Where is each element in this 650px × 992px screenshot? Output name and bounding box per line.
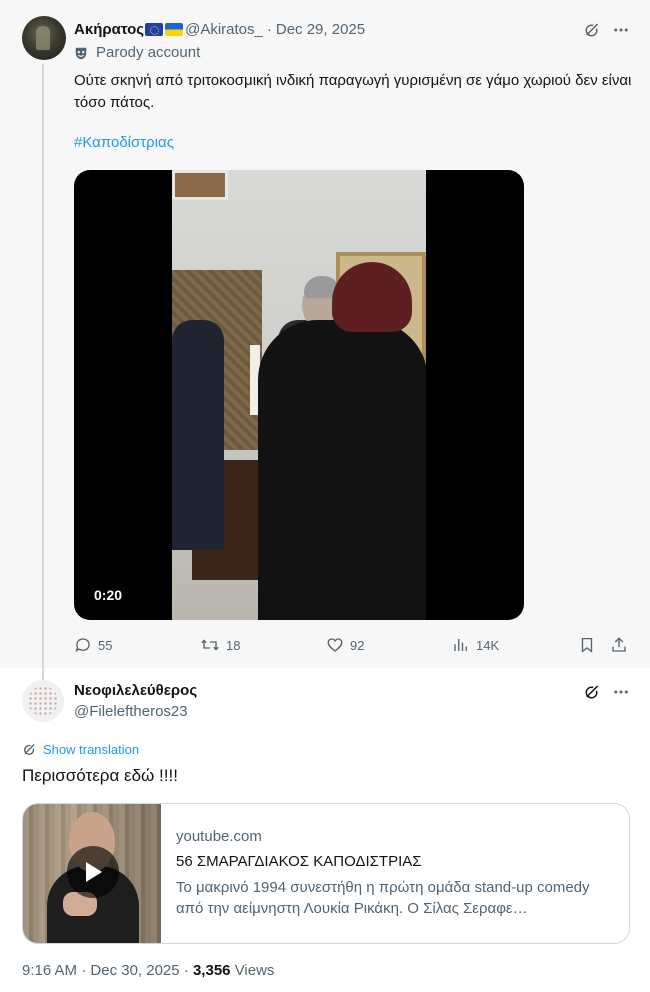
tweet-header: Ακήρατος @Akiratos_ · Dec 29, 2025: [74, 18, 365, 40]
parody-mask-icon: [75, 47, 87, 59]
hashtag-link[interactable]: #Καποδίστριας: [74, 134, 174, 151]
bookmark-button[interactable]: [578, 634, 602, 656]
reply-count: 55: [98, 637, 113, 653]
card-thumbnail[interactable]: [23, 804, 161, 943]
tweet-time[interactable]: 9:16 AM: [22, 962, 77, 979]
separator-dot: ·: [183, 962, 193, 979]
more-icon[interactable]: [611, 682, 631, 702]
view-count: 14K: [476, 637, 500, 653]
ukraine-flag-icon: [165, 22, 184, 36]
video-player[interactable]: 0:20: [74, 170, 524, 620]
link-preview-card[interactable]: youtube.com 56 ΣΜΑΡΑΓΔΙΑΚΟΣ ΚΑΠΟΔΙΣΤΡΙΑΣ…: [22, 803, 630, 944]
share-button[interactable]: [610, 634, 634, 656]
views-button[interactable]: 14K: [452, 634, 499, 656]
tweet-meta: 9:16 AM · Dec 30, 2025 · 3,356 Views: [22, 962, 274, 979]
share-icon: [612, 637, 626, 652]
avatar-pattern: [28, 686, 58, 716]
reply-author-handle[interactable]: @Fileleftheros23: [74, 703, 188, 720]
parent-tweet[interactable]: Ακήρατος @Akiratos_ · Dec 29, 2025 Parod…: [0, 0, 650, 686]
tweet-date[interactable]: Dec 29, 2025: [276, 21, 365, 38]
scene-hat: [332, 262, 412, 332]
author-handle[interactable]: @Akiratos_: [185, 21, 263, 38]
parody-badge: Parody account: [74, 44, 200, 61]
bookmark-icon: [581, 637, 593, 653]
author-avatar[interactable]: [22, 16, 66, 60]
views-label: Views: [234, 962, 275, 979]
repost-count: 18: [226, 637, 241, 653]
scene-person-left: [172, 320, 224, 550]
scene-window: [172, 170, 228, 200]
avatar-figure: [36, 26, 50, 50]
separator-dot: ·: [266, 20, 272, 38]
tweet-text: Ούτε σκηνή από τριτοκοσμική ινδική παραγ…: [74, 72, 632, 111]
repost-button[interactable]: 18: [200, 634, 240, 656]
card-domain: youtube.com: [176, 828, 262, 845]
grok-icon[interactable]: [582, 682, 602, 702]
action-bar: 55 18 92 14K: [74, 634, 634, 656]
translate-icon: [24, 744, 35, 755]
repost-icon: [201, 639, 219, 651]
play-icon[interactable]: [67, 846, 119, 898]
video-duration: 0:20: [94, 587, 123, 603]
separator-dot: ·: [81, 962, 91, 979]
views-icon: [454, 639, 467, 651]
views-count: 3,356: [192, 962, 231, 979]
thread-connector-line: [42, 64, 44, 686]
reply-text: Περισσότερα εδώ !!!!: [22, 766, 178, 785]
reply-icon: [75, 638, 90, 653]
more-icon[interactable]: [611, 20, 631, 40]
like-count: 92: [350, 637, 365, 653]
reply-author-avatar[interactable]: [22, 680, 64, 722]
video-frame: [172, 170, 426, 620]
parody-label: Parody account: [96, 44, 201, 61]
like-icon: [327, 638, 343, 652]
reply-button[interactable]: 55: [74, 634, 112, 656]
card-title: 56 ΣΜΑΡΑΓΔΙΑΚΟΣ ΚΑΠΟΔΙΣΤΡΙΑΣ: [176, 853, 422, 870]
author-name[interactable]: Ακήρατος: [74, 21, 144, 38]
show-translation-link[interactable]: Show translation: [22, 742, 139, 757]
card-text: youtube.com 56 ΣΜΑΡΑΓΔΙΑΚΟΣ ΚΑΠΟΔΙΣΤΡΙΑΣ…: [176, 828, 621, 919]
eu-flag-icon: [145, 22, 164, 36]
scene-robed-figure: [258, 320, 426, 620]
card-description: Το μακρινό 1994 συνεστήθη η πρώτη ομάδα …: [176, 879, 590, 917]
like-button[interactable]: 92: [326, 634, 364, 656]
grok-icon[interactable]: [582, 20, 602, 40]
reply-author-name[interactable]: Νεοφιλελεύθερος: [74, 682, 197, 699]
show-translation-label: Show translation: [43, 742, 140, 757]
tweet-date[interactable]: Dec 30, 2025: [90, 962, 179, 979]
